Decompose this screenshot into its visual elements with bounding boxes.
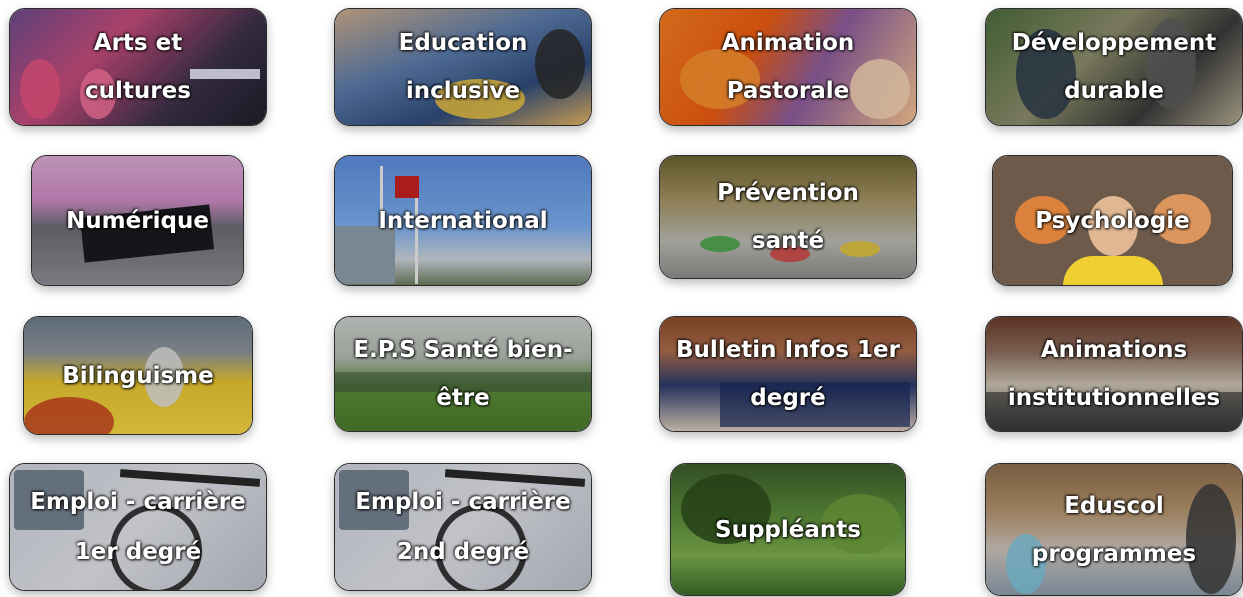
- tile-developpement-durable[interactable]: Développement durable: [985, 8, 1243, 126]
- tile-eps-sante-bien-etre[interactable]: E.P.S Santé bien- être: [334, 316, 592, 432]
- tile-label: Animation Pastorale: [721, 30, 855, 104]
- tile-label: Emploi - carrière 1er degré: [30, 489, 246, 565]
- tile-prevention-sante[interactable]: Prévention santé: [659, 155, 917, 279]
- tile-animation-pastorale[interactable]: Animation Pastorale: [659, 8, 917, 126]
- tile-label: Bilinguisme: [62, 362, 214, 389]
- tile-label: Education inclusive: [398, 30, 528, 104]
- tile-international[interactable]: International: [334, 155, 592, 286]
- tile-label: Suppléants: [715, 516, 861, 543]
- tile-label: Emploi - carrière 2nd degré: [355, 489, 571, 565]
- tile-label: Animations institutionnelles: [1007, 337, 1221, 411]
- tile-emploi-carriere-2nd-degre[interactable]: Emploi - carrière 2nd degré: [334, 463, 592, 591]
- tile-eduscol-programmes[interactable]: Eduscol programmes: [985, 463, 1243, 596]
- tile-label: International: [378, 207, 548, 234]
- tile-arts-et-cultures[interactable]: Arts et cultures: [9, 8, 267, 126]
- tile-label: Bulletin Infos 1er degré: [676, 337, 900, 411]
- tile-animations-institutionnelles[interactable]: Animations institutionnelles: [985, 316, 1243, 432]
- tile-label: Eduscol programmes: [1031, 492, 1197, 567]
- tile-label: Prévention santé: [717, 180, 859, 254]
- tile-psychologie[interactable]: Psychologie: [992, 155, 1233, 286]
- tile-label: Arts et cultures: [85, 30, 191, 104]
- tile-education-inclusive[interactable]: Education inclusive: [334, 8, 592, 126]
- tile-emploi-carriere-1er-degre[interactable]: Emploi - carrière 1er degré: [9, 463, 267, 591]
- tile-bilinguisme[interactable]: Bilinguisme: [23, 316, 253, 435]
- tile-label: Numérique: [66, 207, 209, 234]
- tile-suppleants[interactable]: Suppléants: [670, 463, 906, 596]
- tile-label: Développement durable: [1011, 30, 1217, 104]
- tile-bulletin-infos-1er-degre[interactable]: Bulletin Infos 1er degré: [659, 316, 917, 432]
- tile-label: E.P.S Santé bien- être: [353, 337, 573, 411]
- tile-numerique[interactable]: Numérique: [31, 155, 244, 286]
- tile-label: Psychologie: [1035, 207, 1190, 234]
